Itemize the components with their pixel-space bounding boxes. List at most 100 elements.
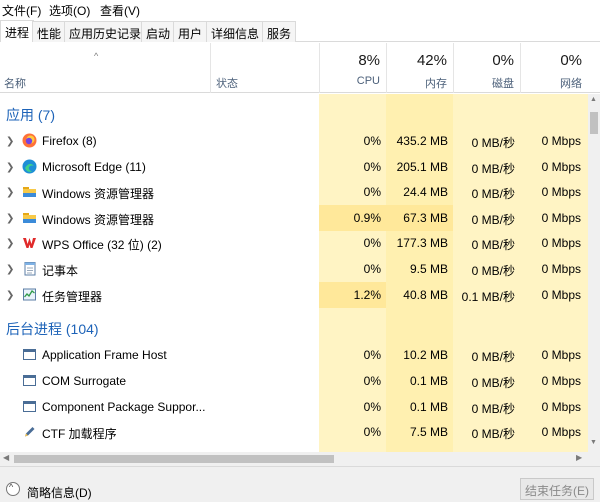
process-name: Component Package Suppor... [42, 400, 206, 414]
table-row[interactable]: ❯ Firefox (8) 0% 435.2 MB 0 MB/秒 0 Mbps [0, 128, 588, 154]
scrollbar-corner [588, 452, 600, 466]
table-row[interactable]: Application Frame Host 0% 10.2 MB 0 MB/秒… [0, 342, 588, 368]
chevron-right-icon[interactable]: ❯ [6, 187, 14, 198]
process-name: Windows 资源管理器 [42, 213, 155, 227]
process-name: 记事本 [42, 264, 79, 278]
ctf-pen-icon [25, 427, 35, 437]
table-row[interactable]: ❯ Microsoft Edge (11) 0% 205.1 MB 0 MB/秒… [0, 154, 588, 180]
tab-bar: 进程 性能 应用历史记录 启动 用户 详细信息 服务 [0, 19, 600, 42]
process-name: Windows 资源管理器 [42, 187, 155, 201]
scroll-down-icon[interactable]: ▼ [590, 439, 597, 446]
network-value: 0 Mbps [541, 288, 581, 302]
end-task-button[interactable]: 结束任务(E) [520, 478, 594, 500]
chevron-right-icon[interactable]: ❯ [6, 162, 14, 173]
horizontal-scroll-thumb[interactable] [14, 455, 334, 463]
memory-label: 内存 [425, 78, 447, 90]
group-header-apps[interactable]: 应用 (7) [0, 98, 588, 124]
folder-icon [23, 213, 36, 223]
app-window-icon [23, 349, 36, 360]
memory-value: 24.4 MB [403, 185, 448, 199]
chevron-right-icon[interactable]: ❯ [6, 264, 14, 275]
network-value: 0 Mbps [541, 160, 581, 174]
vertical-scroll-thumb[interactable] [590, 112, 598, 134]
memory-value: 40.8 MB [403, 288, 448, 302]
column-disk[interactable]: 0% 磁盘 [453, 43, 520, 93]
table-row[interactable]: ❯ Windows 资源管理器 0% 24.4 MB 0 MB/秒 0 Mbps [0, 179, 588, 205]
disk-value: 0 MB/秒 [471, 350, 515, 364]
tab-performance[interactable]: 性能 [32, 21, 67, 42]
menu-file[interactable]: 文件(F) [2, 2, 41, 19]
notepad-icon [24, 262, 36, 276]
scroll-right-icon[interactable]: ▶ [576, 453, 582, 462]
tab-details[interactable]: 详细信息 [206, 21, 265, 42]
disk-value: 0 MB/秒 [471, 187, 515, 201]
vertical-scrollbar[interactable] [588, 94, 600, 452]
process-name: CTF 加载程序 [42, 427, 117, 441]
group-title-background: 后台进程 (104) [6, 321, 99, 337]
cpu-value: 0% [363, 425, 381, 439]
cpu-value: 0% [363, 134, 381, 148]
menu-options[interactable]: 选项(O) [49, 2, 90, 19]
table-row[interactable]: ❯ 任务管理器 1.2% 40.8 MB 0.1 MB/秒 0 Mbps [0, 282, 588, 308]
table-row[interactable]: ❯ WPS Office (32 位) (2) 0% 177.3 MB 0 MB… [0, 230, 588, 256]
disk-value: 0 MB/秒 [471, 213, 515, 227]
task-manager-icon [23, 288, 36, 301]
memory-value: 0.1 MB [409, 374, 448, 388]
menu-view[interactable]: 查看(V) [100, 2, 140, 19]
scroll-left-icon[interactable]: ◀ [3, 453, 9, 462]
tab-startup[interactable]: 启动 [141, 21, 176, 42]
cpu-value: 0% [363, 348, 381, 362]
group-title-apps: 应用 (7) [6, 107, 55, 123]
memory-value: 0.1 MB [409, 400, 448, 414]
memory-value: 9.5 MB [409, 262, 448, 276]
disk-value: 0 MB/秒 [471, 136, 515, 150]
sort-arrow-icon: ^ [94, 51, 99, 61]
process-name: Application Frame Host [42, 348, 167, 362]
tab-services[interactable]: 服务 [262, 21, 297, 42]
column-status[interactable]: 状态 [216, 75, 238, 91]
memory-value: 67.3 MB [403, 211, 448, 225]
process-name: Firefox (8) [42, 134, 97, 148]
disk-value: 0 MB/秒 [471, 162, 515, 176]
network-label: 网络 [560, 78, 582, 90]
scroll-up-icon[interactable]: ▲ [590, 96, 597, 103]
column-memory[interactable]: 42% 内存 [386, 43, 453, 93]
column-cpu[interactable]: 8% CPU [319, 43, 386, 93]
disk-value: 0.1 MB/秒 [461, 290, 515, 304]
group-header-background[interactable]: 后台进程 (104) [0, 312, 588, 338]
table-row[interactable]: CTF 加载程序 0% 7.5 MB 0 MB/秒 0 Mbps [0, 419, 588, 445]
table-row[interactable]: ❯ 记事本 0% 9.5 MB 0 MB/秒 0 Mbps [0, 256, 588, 282]
column-network[interactable]: 0% 网络 [520, 43, 588, 93]
column-name[interactable]: 名称 [4, 75, 26, 91]
column-divider[interactable] [210, 43, 211, 93]
tab-processes[interactable]: 进程 [0, 20, 35, 42]
disk-value: 0 MB/秒 [471, 376, 515, 390]
tab-users[interactable]: 用户 [173, 21, 208, 42]
tab-app-history[interactable]: 应用历史记录 [64, 21, 147, 42]
network-value: 0 Mbps [541, 262, 581, 276]
memory-value: 7.5 MB [409, 425, 448, 439]
process-list: 应用 (7) ❯ Firefox (8) 0% 435.2 MB 0 MB/秒 … [0, 94, 588, 452]
column-header: ^ 名称 状态 8% CPU 42% 内存 0% 磁盘 0% 网络 [0, 43, 600, 93]
table-row[interactable]: COM Surrogate 0% 0.1 MB 0 MB/秒 0 Mbps [0, 368, 588, 394]
disk-value: 0 MB/秒 [471, 402, 515, 416]
cpu-total: 8% [358, 52, 380, 69]
network-value: 0 Mbps [541, 400, 581, 414]
chevron-right-icon[interactable]: ❯ [6, 238, 14, 249]
chevron-right-icon[interactable]: ❯ [6, 290, 14, 301]
cpu-value: 0.9% [353, 211, 381, 225]
footer-bar: ^ 简略信息(D) 结束任务(E) [0, 466, 600, 502]
menu-bar: 文件(F) 选项(O) 查看(V) [0, 0, 600, 18]
disk-label: 磁盘 [492, 78, 514, 90]
table-row[interactable]: Component Package Suppor... 0% 0.1 MB 0 … [0, 394, 588, 420]
chevron-right-icon[interactable]: ❯ [6, 213, 14, 224]
disk-value: 0 MB/秒 [471, 264, 515, 278]
process-name: WPS Office (32 位) (2) [42, 238, 162, 252]
collapse-details-icon[interactable]: ^ [6, 482, 20, 496]
chevron-right-icon[interactable]: ❯ [6, 136, 14, 147]
cpu-label: CPU [356, 75, 380, 87]
network-total: 0% [560, 52, 582, 69]
table-row[interactable]: ❯ Windows 资源管理器 0.9% 67.3 MB 0 MB/秒 0 Mb… [0, 205, 588, 231]
cpu-value: 1.2% [353, 288, 381, 302]
less-details-link[interactable]: 简略信息(D) [27, 484, 92, 501]
